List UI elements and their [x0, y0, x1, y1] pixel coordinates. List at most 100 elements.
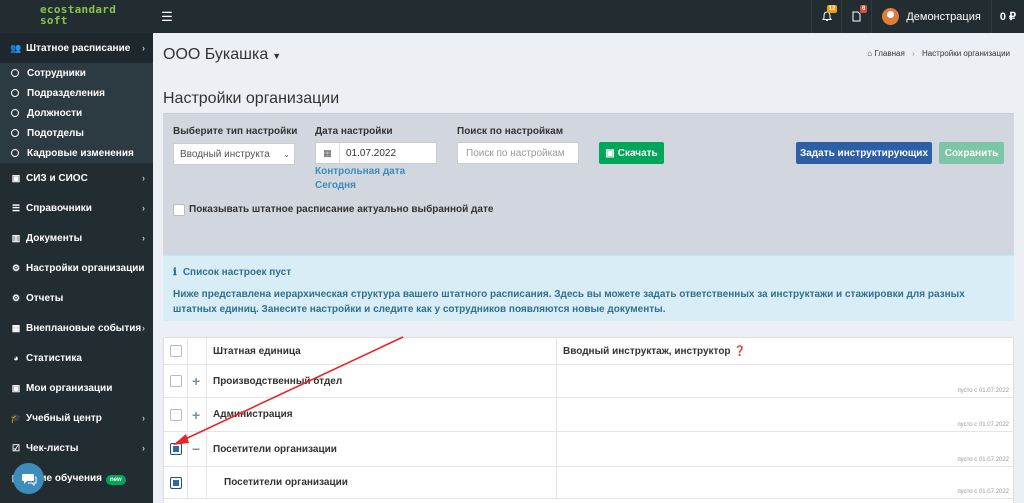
logo[interactable]: ecostandard soft [0, 0, 153, 33]
circle-icon [11, 69, 19, 77]
circle-icon [11, 129, 19, 137]
sidebar-item-training-center[interactable]: 🎓 Учебный центр › [0, 403, 153, 433]
excel-icon: ▣ [605, 147, 615, 159]
org-selector[interactable]: ООО Букашка ▼ [163, 46, 281, 64]
submenu-item-subdepartments[interactable]: Подотделы [0, 123, 153, 143]
sidebar-item-siz[interactable]: ▣ СИЗ и СИОС › [0, 163, 153, 193]
settings-table: Штатная единица Вводный инструктаж, инст… [163, 337, 1014, 503]
expand-icon[interactable]: + [192, 398, 200, 431]
gear-icon: ⚙ [11, 292, 21, 303]
show-actual-label: Показывать штатное расписание актуально … [189, 204, 494, 215]
chat-icon [21, 473, 36, 486]
submenu-item-positions[interactable]: Должности [0, 103, 153, 123]
sidebar-item-label: Справочники [26, 202, 92, 214]
date-input[interactable]: ▦ 01.07.2022 [315, 142, 437, 164]
search-label: Поиск по настройкам [457, 126, 564, 137]
balance[interactable]: 0 ₽ [990, 0, 1024, 33]
notifications-badge: 12 [826, 5, 838, 13]
submenu-item-departments[interactable]: Подразделения [0, 83, 153, 103]
circle-icon [11, 109, 19, 117]
list-icon: ☰ [11, 202, 21, 213]
chevron-right-icon: › [142, 413, 145, 423]
sidebar-item-label: Внеплановые события [26, 322, 142, 334]
collapse-icon[interactable]: − [192, 432, 200, 466]
documents-button[interactable]: 6 [841, 0, 871, 33]
table-row: + Администрация пусто с 01.07.2022 [164, 398, 1013, 432]
briefcase-icon: ▣ [11, 382, 21, 393]
col-instructor-text: Вводный инструктаж, инструктор [563, 345, 731, 357]
save-button[interactable]: Сохранить [939, 142, 1004, 164]
page-title: Настройки организации [163, 90, 340, 107]
col-instructor-header: Вводный инструктаж, инструктор ❓ [563, 338, 746, 364]
info-text: Ниже представлена иерархическая структур… [173, 289, 965, 315]
search-input[interactable]: Поиск по настройкам [457, 142, 579, 164]
control-date-link[interactable]: Контрольная дата [315, 166, 405, 177]
submenu-label: Кадровые изменения [27, 147, 134, 159]
info-icon: ℹ [173, 267, 177, 278]
sidebar-item-label: СИЗ и СИОС [26, 172, 88, 184]
barcode-icon: ▥ [11, 232, 21, 243]
breadcrumb-current: Настройки организации [921, 49, 1010, 58]
sidebar-item-reports[interactable]: ⚙ Отчеты [0, 283, 153, 313]
row-checkbox[interactable] [170, 408, 182, 421]
table-row: Посетители организации пусто с 01.07.202… [164, 467, 1013, 499]
sidebar-item-label: Чек-листы [26, 442, 79, 454]
user-menu[interactable]: Демонстрация [871, 0, 991, 33]
expand-icon[interactable]: + [192, 365, 200, 397]
breadcrumb-home[interactable]: Главная [874, 49, 904, 58]
sidebar-item-label: Документы [26, 232, 83, 244]
type-label: Выберите тип настройки [173, 126, 298, 137]
home-icon: ⌂ [867, 49, 873, 58]
notifications-button[interactable]: 12 [811, 0, 841, 33]
sidebar-item-label: Статистика [26, 352, 82, 364]
submenu-label: Подотделы [27, 127, 84, 139]
empty-note: пусто с 01.07.2022 [957, 388, 1009, 394]
row-checkbox[interactable] [170, 375, 182, 387]
sidebar-item-label: Учебный центр [26, 412, 102, 424]
type-select-value: Вводный инструкта [180, 148, 270, 160]
today-link[interactable]: Сегодня [315, 180, 356, 191]
row-checkbox[interactable] [170, 476, 182, 489]
gear-icon: ⚙ [11, 262, 21, 273]
assign-instructors-button[interactable]: Задать инструктирующих [796, 142, 932, 164]
caret-down-icon: ▼ [272, 51, 282, 61]
sidebar-item-checklists[interactable]: ☑ Чек-листы › [0, 433, 153, 463]
select-all-checkbox[interactable] [170, 345, 182, 357]
sidebar-item-unplanned-events[interactable]: ▦ Внеплановые события › [0, 313, 153, 343]
download-button[interactable]: ▣ Скачать [599, 142, 664, 164]
sidebar-item-references[interactable]: ☰ Справочники › [0, 193, 153, 223]
breadcrumb: ⌂ Главная › Настройки организации [867, 49, 1010, 58]
users-icon: 👥 [10, 42, 22, 53]
table-row: − Посетители организации пусто с 01.07.2… [164, 432, 1013, 467]
sidebar-item-my-orgs[interactable]: ▣ Мои организации [0, 373, 153, 403]
empty-note: пусто с 01.07.2022 [957, 422, 1009, 428]
submenu-item-employees[interactable]: Сотрудники [0, 63, 153, 83]
sidebar-item-statistics[interactable]: ◕ Статистика [0, 343, 153, 373]
question-icon[interactable]: ❓ [734, 346, 746, 357]
info-callout: ℹ Список настроек пуст Ниже представлена … [163, 255, 1014, 321]
sidebar-item-staff-schedule[interactable]: 👥 Штатное расписание › [0, 33, 153, 63]
info-title: ℹ Список настроек пуст [173, 267, 291, 278]
calendar-icon: ▦ [11, 322, 21, 333]
sidebar-item-documents[interactable]: ▥ Документы › [0, 223, 153, 253]
chevron-right-icon: › [142, 43, 145, 53]
chat-button[interactable] [13, 463, 44, 494]
sidebar-submenu: Сотрудники Подразделения Должности Подот… [0, 63, 153, 163]
table-header: Штатная единица Вводный инструктаж, инст… [164, 338, 1013, 365]
download-button-label: Скачать [617, 147, 658, 159]
check-square-icon: ☑ [11, 442, 21, 453]
sidebar: 👥 Штатное расписание › Сотрудники Подраз… [0, 33, 153, 503]
submenu-label: Должности [27, 107, 83, 119]
breadcrumb-separator: › [912, 49, 915, 58]
submenu-item-hr-changes[interactable]: Кадровые изменения [0, 143, 153, 163]
chevron-right-icon: › [142, 443, 145, 453]
show-actual-checkbox[interactable] [173, 204, 185, 216]
menu-toggle-icon[interactable]: ☰ [153, 0, 181, 33]
logo-line2: soft [40, 14, 68, 27]
type-select[interactable]: Вводный инструкта ⌄ [173, 143, 295, 165]
sidebar-item-org-settings[interactable]: ⚙ Настройки организации [0, 253, 153, 283]
date-value: 01.07.2022 [346, 147, 397, 159]
row-checkbox[interactable] [170, 443, 182, 455]
org-name: ООО Букашка [163, 46, 269, 63]
table-row: + Производственный отдел пусто с 01.07.2… [164, 365, 1013, 398]
